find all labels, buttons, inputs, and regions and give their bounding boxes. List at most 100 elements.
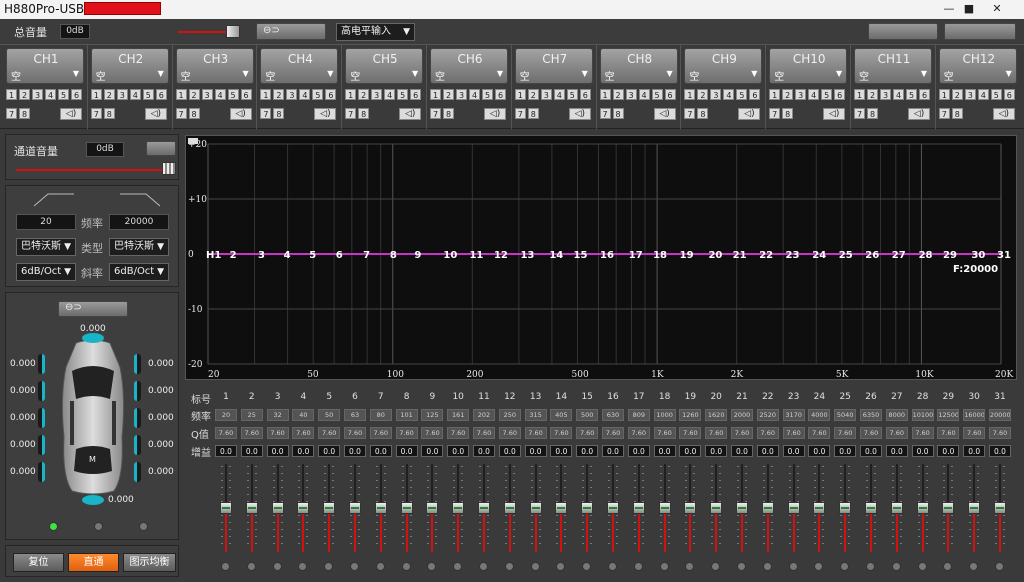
input-source-button-2[interactable]: 2 (867, 89, 878, 100)
input-source-button-2[interactable]: 2 (951, 89, 963, 100)
input-source-button-7[interactable]: 7 (260, 108, 272, 119)
channel-select-button[interactable]: CH4 空 ▼ (260, 48, 339, 84)
input-source-button-6[interactable]: 6 (919, 89, 930, 100)
channel-select-button[interactable]: CH2 空 ▼ (90, 48, 169, 84)
band-q-input[interactable]: 7.60 (937, 427, 960, 439)
band-bypass-indicator[interactable] (788, 562, 798, 571)
input-source-button-8[interactable]: 8 (951, 108, 963, 119)
band-bypass-indicator[interactable] (375, 562, 385, 571)
band-gain-slider-handle[interactable] (710, 502, 723, 514)
band-gain-slider-fill[interactable] (895, 510, 898, 552)
band-q-input[interactable]: 7.60 (421, 427, 444, 439)
input-source-button-6[interactable]: 6 (410, 89, 422, 100)
band-bypass-indicator[interactable] (479, 562, 488, 571)
band-gain-slider-fill[interactable] (612, 510, 614, 552)
band-bypass-indicator[interactable] (943, 562, 953, 571)
input-source-button-2[interactable]: 2 (273, 89, 285, 100)
band-gain-slider-handle[interactable] (787, 502, 800, 514)
band-gain-slider-fill[interactable] (766, 510, 769, 552)
band-gain-slider-fill[interactable] (379, 510, 382, 552)
input-source-button-1[interactable]: 1 (260, 89, 272, 100)
band-gain-slider-fill[interactable] (973, 510, 976, 552)
band-gain-input[interactable]: 0.0 (937, 445, 960, 457)
band-gain-input[interactable]: 0.0 (911, 445, 934, 457)
band-gain-slider-handle[interactable] (839, 502, 852, 514)
band-freq-input[interactable]: 12500 (937, 409, 960, 421)
band-gain-input[interactable]: 0.0 (576, 445, 599, 457)
band-bypass-indicator[interactable] (453, 562, 463, 571)
band-gain-input[interactable]: 0.0 (834, 445, 857, 457)
speaker-mute-icon[interactable]: ◁) (314, 108, 337, 120)
band-q-input[interactable]: 7.60 (240, 427, 263, 439)
band-gain-slider-handle[interactable] (632, 502, 645, 514)
reset-button[interactable]: 复位 (13, 553, 64, 572)
input-source-button-8[interactable]: 8 (443, 108, 454, 119)
band-q-input[interactable]: 7.60 (292, 427, 315, 439)
band-gain-input[interactable]: 0.0 (679, 445, 702, 457)
band-freq-input[interactable]: 20000 (989, 409, 1011, 421)
input-source-button-3[interactable]: 3 (456, 89, 467, 100)
band-gain-input[interactable]: 0.0 (756, 445, 779, 457)
input-source-button-7[interactable]: 7 (430, 108, 441, 119)
band-gain-slider-handle[interactable] (400, 502, 413, 514)
input-source-button-3[interactable]: 3 (964, 89, 976, 100)
band-bypass-indicator[interactable] (427, 562, 437, 571)
band-bypass-indicator[interactable] (272, 562, 282, 571)
band-gain-slider-handle[interactable] (736, 502, 748, 514)
left-speaker-icon[interactable] (38, 435, 45, 455)
band-freq-input[interactable]: 500 (576, 409, 599, 421)
band-gain-slider-fill[interactable] (663, 510, 666, 552)
band-q-input[interactable]: 7.60 (627, 427, 650, 439)
band-q-input[interactable]: 7.60 (498, 427, 521, 439)
band-q-input[interactable]: 7.60 (860, 427, 882, 439)
band-freq-input[interactable]: 630 (602, 409, 624, 421)
band-gain-slider-handle[interactable] (452, 502, 465, 514)
band-gain-slider-handle[interactable] (994, 502, 1006, 514)
master-volume-slider-track[interactable] (178, 31, 226, 33)
input-source-button-6[interactable]: 6 (240, 89, 252, 100)
band-gain-slider-handle[interactable] (658, 502, 671, 514)
master-volume-value[interactable]: 0dB (60, 24, 90, 39)
band-bypass-indicator[interactable] (659, 562, 669, 571)
channel-volume-value[interactable]: 0dB (86, 142, 124, 157)
band-gain-slider-fill[interactable] (328, 510, 331, 552)
right-speaker-icon[interactable] (134, 408, 141, 428)
input-source-button-7[interactable]: 7 (6, 108, 17, 119)
band-bypass-indicator[interactable] (866, 562, 875, 571)
input-source-button-2[interactable]: 2 (19, 89, 30, 100)
input-source-button-8[interactable]: 8 (19, 108, 30, 119)
input-source-button-7[interactable]: 7 (769, 108, 781, 119)
band-gain-slider-fill[interactable] (225, 510, 227, 552)
band-q-input[interactable]: 7.60 (834, 427, 857, 439)
band-gain-slider-fill[interactable] (302, 510, 305, 552)
band-gain-input[interactable]: 0.0 (292, 445, 315, 457)
input-source-button-4[interactable]: 4 (214, 89, 226, 100)
band-gain-slider-fill[interactable] (999, 510, 1001, 552)
band-gain-slider-fill[interactable] (947, 510, 950, 552)
band-q-input[interactable]: 7.60 (679, 427, 702, 439)
band-bypass-indicator[interactable] (246, 562, 256, 571)
left-speaker-icon[interactable] (38, 354, 45, 374)
input-source-button-2[interactable]: 2 (697, 89, 709, 100)
unit-cm-radio[interactable] (94, 522, 103, 531)
center-speaker-icon[interactable] (82, 333, 104, 343)
channel-select-button[interactable]: CH1 空 ▼ (6, 48, 84, 84)
top-action-button-2[interactable] (944, 23, 1016, 40)
band-gain-input[interactable]: 0.0 (860, 445, 882, 457)
band-gain-slider-fill[interactable] (637, 510, 640, 552)
band-gain-input[interactable]: 0.0 (602, 445, 624, 457)
input-source-button-8[interactable]: 8 (273, 108, 285, 119)
input-source-button-7[interactable]: 7 (90, 108, 102, 119)
band-bypass-indicator[interactable] (298, 562, 308, 571)
input-source-button-1[interactable]: 1 (599, 89, 611, 100)
input-source-button-7[interactable]: 7 (514, 108, 526, 119)
channel-select-button[interactable]: CH7 空 ▼ (514, 48, 593, 84)
band-bypass-indicator[interactable] (762, 562, 772, 571)
band-gain-slider-handle[interactable] (323, 502, 336, 514)
input-source-button-5[interactable]: 5 (651, 89, 663, 100)
band-gain-slider-fill[interactable] (276, 510, 279, 552)
band-q-input[interactable]: 7.60 (344, 427, 366, 439)
input-source-button-5[interactable]: 5 (482, 89, 493, 100)
input-source-button-7[interactable]: 7 (345, 108, 357, 119)
input-source-button-3[interactable]: 3 (540, 89, 552, 100)
